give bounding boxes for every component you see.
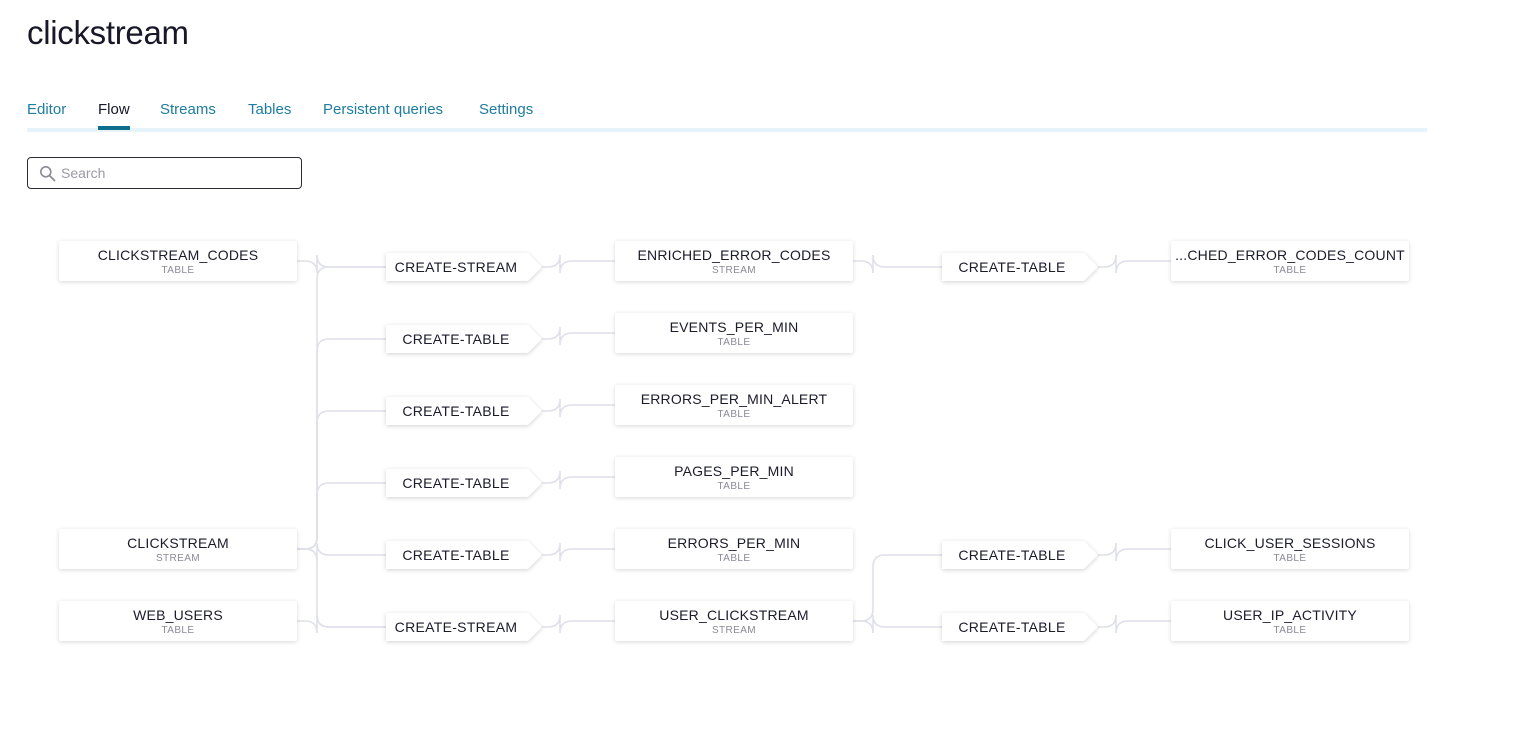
query-node-label: CREATE-STREAM: [394, 259, 518, 275]
flow-edge: [853, 554, 942, 622]
query-node-label: CREATE-TABLE: [958, 619, 1066, 635]
flow-node-pages-per-min[interactable]: PAGES_PER_MIN TABLE: [615, 457, 853, 497]
flow-edge: [540, 542, 615, 562]
flow-node-user-ip-activity[interactable]: USER_IP_ACTIVITY TABLE: [1171, 601, 1409, 641]
flow-edge: [540, 614, 615, 634]
flow-node-enriched-error-codes[interactable]: ENRICHED_ERROR_CODES STREAM: [615, 241, 853, 281]
query-node-label: CREATE-TABLE: [958, 547, 1066, 563]
flow-edge: [297, 548, 386, 628]
node-type: STREAM: [711, 265, 757, 276]
node-type: TABLE: [1273, 625, 1307, 636]
flow-node-errors-per-min[interactable]: ERRORS_PER_MIN TABLE: [615, 529, 853, 569]
node-type: STREAM: [711, 625, 757, 636]
node-name: ...CHED_ERROR_CODES_COUNT: [1175, 247, 1405, 263]
node-name: USER_IP_ACTIVITY: [1223, 607, 1357, 623]
node-type: TABLE: [1273, 553, 1307, 564]
node-name: PAGES_PER_MIN: [674, 463, 794, 479]
flow-node-click-user-sessions[interactable]: CLICK_USER_SESSIONS TABLE: [1171, 529, 1409, 569]
node-name: ERRORS_PER_MIN: [667, 535, 801, 551]
node-type: TABLE: [717, 481, 751, 492]
flow-edge: [297, 614, 386, 634]
query-node-create-stream[interactable]: CREATE-STREAM: [386, 613, 542, 641]
query-node-label: CREATE-TABLE: [402, 331, 510, 347]
flow-edge: [853, 614, 942, 634]
query-node-label: CREATE-TABLE: [958, 259, 1066, 275]
flow-edge: [853, 254, 942, 274]
flow-edge: [1096, 254, 1171, 274]
node-type: STREAM: [155, 553, 201, 564]
flow-edge: [1096, 542, 1171, 562]
flow-node-user-clickstream[interactable]: USER_CLICKSTREAM STREAM: [615, 601, 853, 641]
query-node-label: CREATE-STREAM: [394, 619, 518, 635]
node-name: WEB_USERS: [133, 607, 223, 623]
flow-edge: [297, 266, 386, 550]
query-node-create-table[interactable]: CREATE-TABLE: [386, 541, 542, 569]
node-name: EVENTS_PER_MIN: [669, 319, 799, 335]
query-node-create-table[interactable]: CREATE-TABLE: [942, 541, 1098, 569]
flow-edge: [540, 254, 615, 274]
query-node-create-stream[interactable]: CREATE-STREAM: [386, 253, 542, 281]
flow-edge: [297, 254, 386, 274]
node-type: TABLE: [717, 553, 751, 564]
query-node-create-table[interactable]: CREATE-TABLE: [386, 469, 542, 497]
flow-edge: [297, 542, 386, 562]
flow-edge: [297, 482, 386, 550]
query-node-create-table[interactable]: CREATE-TABLE: [386, 325, 542, 353]
flow-edge: [540, 470, 615, 490]
node-name: CLICKSTREAM_CODES: [97, 247, 259, 263]
flow-edge: [297, 338, 386, 550]
query-node-label: CREATE-TABLE: [402, 547, 510, 563]
flow-node-web-users[interactable]: WEB_USERS TABLE: [59, 601, 297, 641]
flow-node-ched-error-codes-count[interactable]: ...CHED_ERROR_CODES_COUNT TABLE: [1171, 241, 1409, 281]
flow-node-clickstream[interactable]: CLICKSTREAM STREAM: [59, 529, 297, 569]
node-type: TABLE: [161, 625, 195, 636]
node-name: ERRORS_PER_MIN_ALERT: [640, 391, 828, 407]
query-node-label: CREATE-TABLE: [402, 475, 510, 491]
node-type: TABLE: [1273, 265, 1307, 276]
node-name: USER_CLICKSTREAM: [659, 607, 809, 623]
flow-edge: [1096, 614, 1171, 634]
node-type: TABLE: [717, 337, 751, 348]
flow-node-clickstream-codes[interactable]: CLICKSTREAM_CODES TABLE: [59, 241, 297, 281]
query-node-create-table[interactable]: CREATE-TABLE: [942, 613, 1098, 641]
flow-node-events-per-min[interactable]: EVENTS_PER_MIN TABLE: [615, 313, 853, 353]
flow-edge: [540, 398, 615, 418]
node-name: CLICK_USER_SESSIONS: [1204, 535, 1376, 551]
query-node-create-table[interactable]: CREATE-TABLE: [942, 253, 1098, 281]
flow-node-errors-per-min-alert[interactable]: ERRORS_PER_MIN_ALERT TABLE: [615, 385, 853, 425]
query-node-create-table[interactable]: CREATE-TABLE: [386, 397, 542, 425]
flow-graph: CLICKSTREAM_CODES TABLE CLICKSTREAM STREAM W…: [0, 0, 1524, 752]
flow-edge: [540, 326, 615, 346]
node-name: CLICKSTREAM: [127, 535, 229, 551]
node-type: TABLE: [161, 265, 195, 276]
node-name: ENRICHED_ERROR_CODES: [637, 247, 831, 263]
flow-edge: [297, 410, 386, 550]
node-type: TABLE: [717, 409, 751, 420]
query-node-label: CREATE-TABLE: [402, 403, 510, 419]
